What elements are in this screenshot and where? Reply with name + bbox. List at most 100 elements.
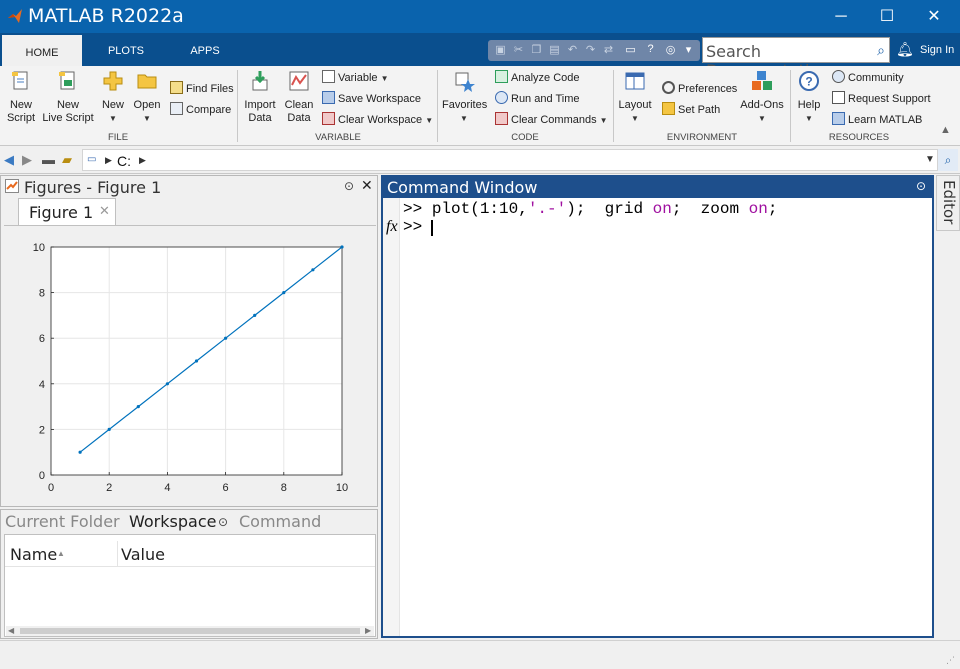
notification-bell-icon[interactable]: 🔔︎ — [896, 41, 914, 58]
command-window[interactable]: Command Window ⊙ >> plot(1:10,'.-'); gri… — [381, 175, 934, 638]
tab-workspace[interactable]: Workspace — [129, 512, 216, 534]
community-small-icon[interactable]: ◎ — [664, 43, 677, 57]
clear-commands-button[interactable]: Clear Commands ▼ — [495, 112, 608, 128]
compare-button[interactable]: Compare — [170, 102, 231, 118]
search-documentation-input[interactable]: Search Documentation ⌕ — [702, 37, 890, 80]
find-files-button[interactable]: Find Files — [170, 81, 234, 97]
chevron-down-icon: ▼ — [425, 116, 434, 125]
close-tab-icon[interactable]: ✕ — [99, 203, 110, 219]
new-button[interactable]: New ▼ — [98, 70, 128, 125]
clear-commands-icon — [495, 112, 508, 125]
figures-panel: Figures - Figure 1 ⊙ ✕ Figure 1 ✕ 0 2 4 6 8 1… — [0, 175, 378, 507]
column-divider[interactable] — [117, 541, 118, 567]
browse-folder-icon[interactable]: ▰ — [62, 152, 72, 168]
add-ons-button[interactable]: Add-Ons ▼ — [740, 70, 784, 125]
group-separator — [613, 70, 614, 142]
data-point-marker — [165, 382, 169, 386]
chevron-right-icon[interactable]: ▶ — [139, 155, 146, 166]
compare-icon — [170, 102, 183, 115]
save-workspace-button[interactable]: Save Workspace — [322, 91, 421, 107]
up-folder-icon[interactable]: ▬ — [42, 152, 55, 167]
analyze-code-button[interactable]: Analyze Code — [495, 70, 580, 86]
undo-icon[interactable]: ↶ — [566, 43, 579, 57]
add-ons-label: Add-Ons — [740, 99, 784, 111]
scrollbar-thumb[interactable] — [20, 628, 360, 634]
favorites-button[interactable]: Favorites ▼ — [442, 70, 487, 125]
tab-current-folder[interactable]: Current Folder — [5, 512, 120, 534]
plus-icon — [103, 71, 123, 91]
set-path-button[interactable]: Set Path — [662, 102, 720, 118]
tab-apps[interactable]: APPS — [172, 33, 238, 66]
learn-matlab-button[interactable]: Learn MATLAB — [832, 112, 922, 128]
panel-actions-icon[interactable]: ⊙ — [344, 179, 354, 193]
sort-ascending-icon[interactable]: ▲ — [57, 549, 65, 558]
switch-windows-icon[interactable]: ⇄ — [602, 43, 615, 57]
close-panel-icon[interactable]: ✕ — [361, 177, 373, 194]
clean-data-button[interactable]: Clean Data — [283, 70, 315, 125]
minimize-button[interactable]: ─ — [818, 0, 864, 33]
horizontal-scrollbar[interactable]: ◀ ▶ — [6, 626, 374, 636]
save-icon[interactable]: ▣ — [494, 43, 507, 57]
run-and-time-button[interactable]: Run and Time — [495, 91, 579, 107]
resize-grip-icon[interactable]: ⋰ — [946, 655, 955, 666]
copy-icon[interactable]: ❐ — [530, 43, 543, 57]
path-history-dropdown-icon[interactable]: ▼ — [925, 154, 935, 165]
tab-home[interactable]: HOME — [2, 33, 82, 66]
command-window-actions-icon[interactable]: ⊙ — [916, 179, 926, 193]
command-input-prompt[interactable]: >> — [403, 218, 432, 236]
chevron-down-icon: ▼ — [631, 114, 639, 123]
workspace-actions-icon[interactable]: ⊙ — [218, 515, 228, 529]
chevron-down-icon: ▼ — [805, 114, 813, 123]
preferences-button[interactable]: Preferences — [662, 81, 737, 97]
qat-dropdown-icon[interactable]: ▾ — [682, 43, 695, 57]
maximize-button[interactable]: ☐ — [864, 0, 910, 33]
save-workspace-icon — [322, 91, 335, 104]
close-button[interactable]: ✕ — [911, 0, 957, 33]
tab-command-history[interactable]: Command History — [239, 512, 377, 550]
scroll-right-icon[interactable]: ▶ — [365, 626, 371, 635]
forward-arrow-icon[interactable]: ▶ — [22, 152, 32, 168]
variable-button[interactable]: Variable ▼ — [322, 70, 389, 86]
function-browser-icon[interactable]: fx — [386, 218, 398, 236]
new-live-script-button[interactable]: New Live Script — [42, 70, 94, 125]
new-script-button[interactable]: New Script — [4, 70, 38, 125]
back-arrow-icon[interactable]: ◀ — [4, 152, 14, 168]
column-header-value[interactable]: Value — [121, 545, 165, 564]
workspace-table[interactable]: Name ▲ Value ◀ ▶ — [4, 534, 376, 637]
request-support-button[interactable]: Request Support — [832, 91, 931, 107]
variable-label: Variable — [338, 72, 378, 84]
collapse-ribbon-icon[interactable]: ▲ — [940, 124, 951, 136]
resources-group-label: RESOURCES — [828, 132, 890, 143]
tab-plots[interactable]: PLOTS — [92, 33, 160, 66]
paste-icon[interactable]: ▤ — [548, 43, 561, 57]
current-path: C: — [117, 153, 131, 169]
folder-search-icon[interactable]: ⌕ — [938, 149, 958, 171]
import-data-button[interactable]: Import Data — [241, 70, 279, 125]
figure-canvas[interactable]: 0 2 4 6 8 10 0 2 4 6 8 10 — [4, 225, 376, 505]
layout-small-icon[interactable]: ▭ — [624, 43, 637, 57]
cut-icon[interactable]: ✂ — [512, 43, 525, 57]
prompt: >> — [403, 200, 432, 218]
chevron-right-icon[interactable]: ▶ — [105, 155, 112, 166]
column-header-name[interactable]: Name — [10, 545, 57, 564]
address-field[interactable]: ▭ ▶ C: ▶ ▼ — [82, 149, 938, 171]
chevron-down-icon: ▼ — [380, 74, 389, 83]
new-script-label-2: Script — [6, 112, 36, 124]
layout-button[interactable]: Layout ▼ — [617, 70, 653, 125]
editor-side-tab[interactable]: Editor — [936, 175, 960, 231]
help-question-icon: ? — [799, 71, 819, 91]
figure-1-tab[interactable]: Figure 1 ✕ — [18, 198, 116, 225]
help-small-icon[interactable]: ? — [644, 43, 657, 57]
redo-icon[interactable]: ↷ — [584, 43, 597, 57]
y-tick-label: 4 — [39, 379, 45, 391]
help-button[interactable]: ? Help ▼ — [794, 70, 824, 125]
open-button[interactable]: Open ▼ — [132, 70, 162, 125]
search-icon[interactable]: ⌕ — [877, 42, 885, 59]
x-tick-label: 8 — [281, 482, 287, 494]
scroll-left-icon[interactable]: ◀ — [8, 626, 14, 635]
sign-in-link[interactable]: Sign In — [920, 44, 954, 56]
community-button[interactable]: Community — [832, 70, 904, 86]
line-plot[interactable]: 0 2 4 6 8 10 0 2 4 6 8 10 — [4, 226, 376, 506]
clear-workspace-button[interactable]: Clear Workspace ▼ — [322, 112, 433, 128]
layout-label: Layout — [618, 99, 652, 111]
